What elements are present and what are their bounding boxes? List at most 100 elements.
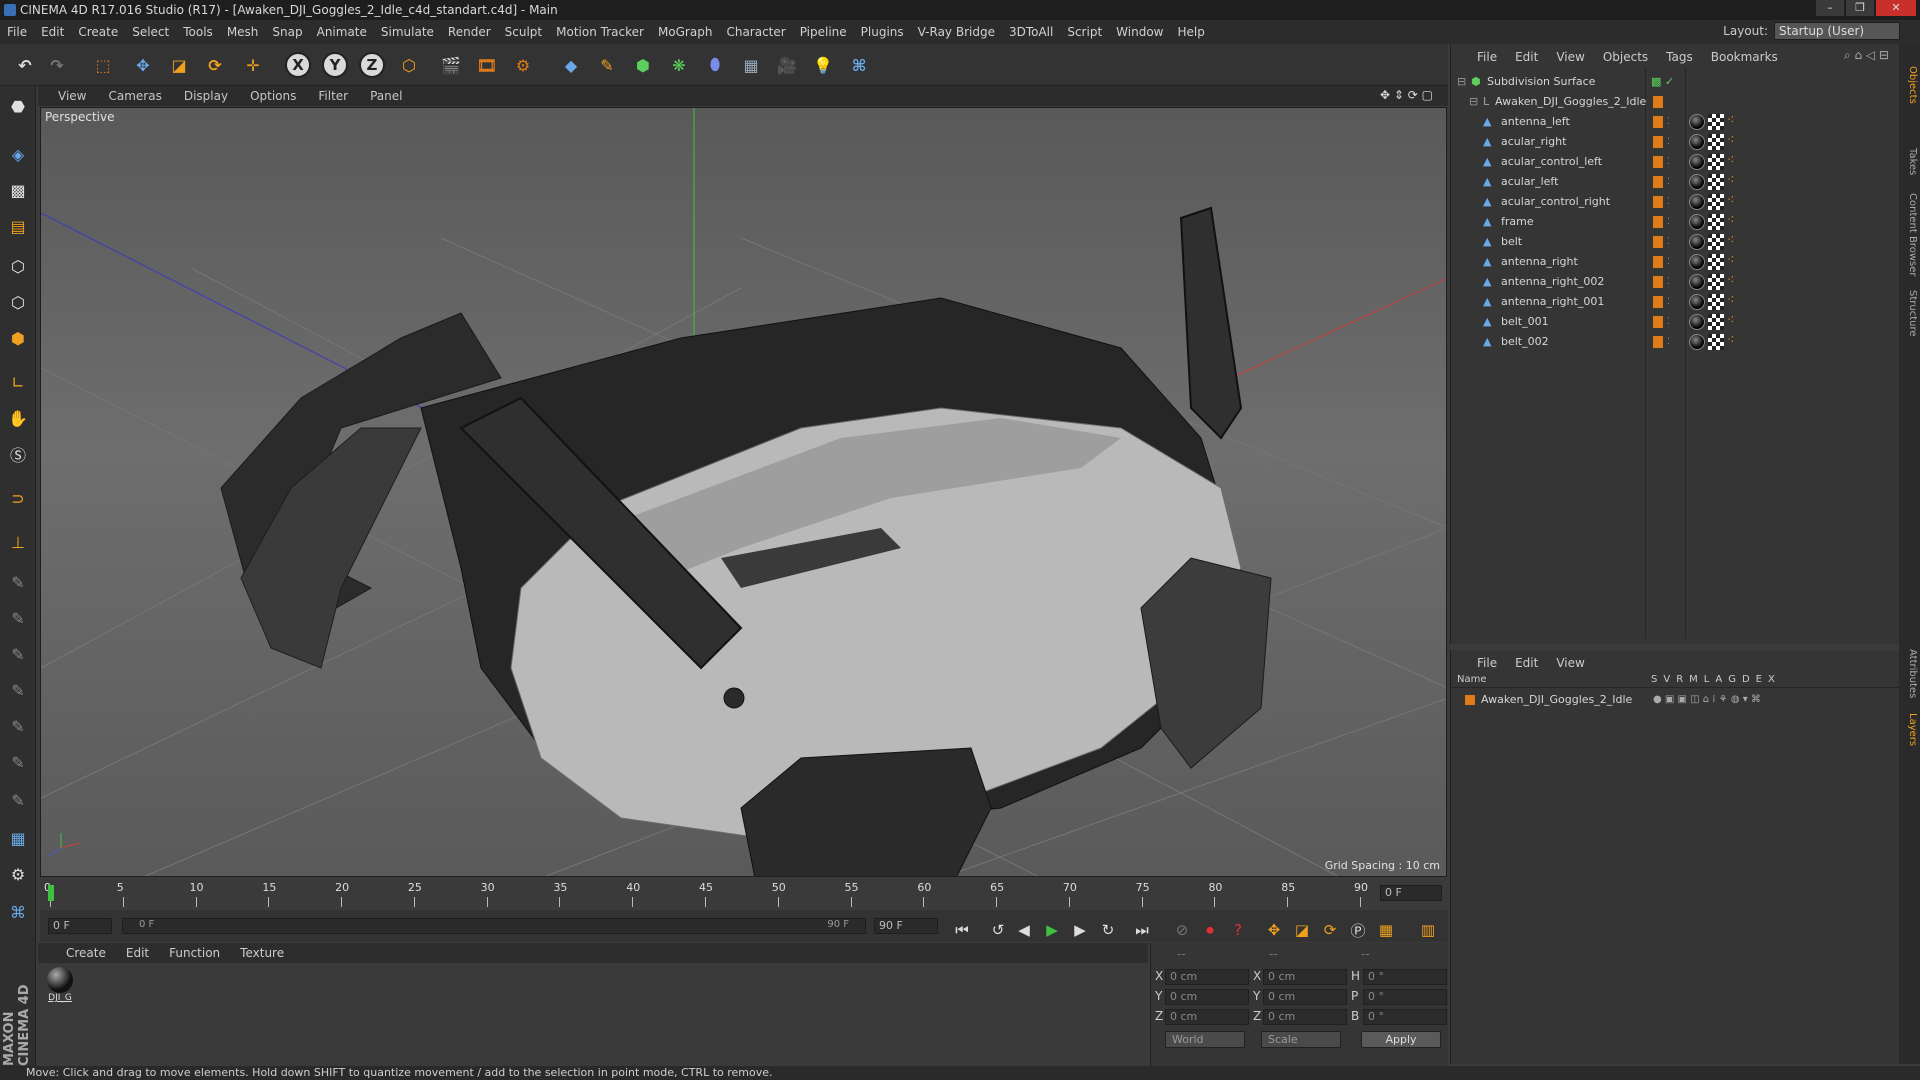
layer-toggles[interactable]: ● ▣ ▣ ◫ ⌂ ⁞ ⚘ ◍ ▾ ⌘ xyxy=(1653,690,1761,710)
visibility-dots-icon[interactable]: ⁚ xyxy=(1667,272,1670,292)
subdivision-surface-icon[interactable]: ⬢ xyxy=(628,50,658,80)
collapse-icon[interactable]: ⊟ xyxy=(1457,72,1466,92)
axis-mode-icon[interactable]: ∟ xyxy=(4,368,32,396)
menu-snap[interactable]: Snap xyxy=(265,25,309,39)
layer-color-icon[interactable] xyxy=(1653,236,1663,248)
visibility-dots-icon[interactable]: ⁚ xyxy=(1667,232,1670,252)
material-menu-edit[interactable]: Edit xyxy=(126,946,149,960)
layer-color-icon[interactable] xyxy=(1653,216,1663,228)
object-menu-view[interactable]: View xyxy=(1556,50,1584,64)
layer-color-icon[interactable] xyxy=(1653,136,1663,148)
menu-motion-tracker[interactable]: Motion Tracker xyxy=(549,25,651,39)
previous-key-icon[interactable]: ↺ xyxy=(986,918,1010,942)
material-item[interactable]: DJI_G xyxy=(44,967,76,1003)
viewport-menu-filter[interactable]: Filter xyxy=(318,89,348,103)
menu-edit[interactable]: Edit xyxy=(34,25,71,39)
go-to-end-icon[interactable]: ⏭ xyxy=(1130,918,1154,942)
undo-icon[interactable]: ↶ xyxy=(10,50,40,80)
uvw-tag-icon[interactable] xyxy=(1708,134,1724,150)
layer-color-icon[interactable] xyxy=(1653,176,1663,188)
coordinate-space-dropdown[interactable]: World xyxy=(1165,1031,1245,1048)
material-tag-icon[interactable] xyxy=(1689,234,1705,250)
menu-plugins[interactable]: Plugins xyxy=(854,25,911,39)
playhead[interactable] xyxy=(48,885,54,901)
size-z-field[interactable]: 0 cm xyxy=(1263,1009,1347,1025)
viewport-nav-icons[interactable]: ✥ ⇕ ⟳ ▢ xyxy=(1380,88,1433,102)
object-menu-bookmarks[interactable]: Bookmarks xyxy=(1711,50,1778,64)
visibility-dots-icon[interactable]: ⁚ xyxy=(1667,172,1670,192)
timeline-ruler[interactable]: 051015202530354045505560657075808590 0 F xyxy=(40,879,1448,907)
python-icon[interactable]: ⌘ xyxy=(844,50,874,80)
uvw-tag-icon[interactable] xyxy=(1708,214,1724,230)
menu-character[interactable]: Character xyxy=(719,25,792,39)
object-row[interactable]: ▲ antenna_right ⁚ ⁖ xyxy=(1451,252,1900,272)
layer-column-v[interactable]: V xyxy=(1663,674,1670,685)
uvw-tag-icon[interactable] xyxy=(1708,154,1724,170)
object-row-root[interactable]: ⊟ ⬢ Subdivision Surface ▩ ✓ xyxy=(1451,72,1900,92)
key-scale-icon[interactable]: ◪ xyxy=(1290,918,1314,942)
material-tag-icon[interactable] xyxy=(1689,334,1705,350)
polygons-mode-icon[interactable]: ⬢ xyxy=(4,324,32,352)
camera-icon[interactable]: 🎥 xyxy=(772,50,802,80)
menu-simulate[interactable]: Simulate xyxy=(374,25,441,39)
selection-tag-icon[interactable]: ⁖ xyxy=(1727,294,1743,310)
material-menu-function[interactable]: Function xyxy=(169,946,220,960)
texture-mode-icon[interactable]: ▩ xyxy=(4,176,32,204)
object-row[interactable]: ▲ frame ⁚ ⁖ xyxy=(1451,212,1900,232)
object-menu-edit[interactable]: Edit xyxy=(1515,50,1538,64)
pos-z-field[interactable]: 0 cm xyxy=(1165,1009,1249,1025)
menu-create[interactable]: Create xyxy=(71,25,125,39)
object-row[interactable]: ▲ belt ⁚ ⁖ xyxy=(1451,232,1900,252)
magnet-icon[interactable]: ⊃ xyxy=(4,484,32,512)
uvw-tag-icon[interactable] xyxy=(1708,194,1724,210)
previous-frame-icon[interactable]: ◀ xyxy=(1012,918,1036,942)
coordinate-mode-dropdown[interactable]: Scale xyxy=(1261,1031,1341,1048)
collapse-icon[interactable]: ⊟ xyxy=(1469,92,1478,112)
uvw-tag-icon[interactable] xyxy=(1708,334,1724,350)
material-tag-icon[interactable] xyxy=(1689,174,1705,190)
end-frame-field[interactable]: 90 F xyxy=(874,918,938,934)
visibility-dots-icon[interactable]: ⁚ xyxy=(1667,212,1670,232)
light-icon[interactable]: 💡 xyxy=(808,50,838,80)
layer-column-s[interactable]: S xyxy=(1651,674,1657,685)
object-manager-tools-icons[interactable]: ⌕ ⌂ ◁ ⊟ xyxy=(1844,48,1889,63)
menu-animate[interactable]: Animate xyxy=(310,25,374,39)
viewport-menu-options[interactable]: Options xyxy=(250,89,296,103)
menu-tools[interactable]: Tools xyxy=(176,25,220,39)
object-row[interactable]: ▲ acular_left ⁚ ⁖ xyxy=(1451,172,1900,192)
viewport-menu-cameras[interactable]: Cameras xyxy=(108,89,161,103)
visibility-dots-icon[interactable]: ⁚ xyxy=(1667,292,1670,312)
material-tag-icon[interactable] xyxy=(1689,294,1705,310)
layer-column-d[interactable]: D xyxy=(1742,674,1750,685)
selection-tag-icon[interactable]: ⁖ xyxy=(1727,154,1743,170)
layer-lock-icon[interactable]: ⚙ xyxy=(4,860,32,888)
material-tag-icon[interactable] xyxy=(1689,254,1705,270)
key-parameter-icon[interactable]: Ⓟ xyxy=(1346,918,1370,942)
layer-color-icon[interactable] xyxy=(1653,116,1663,128)
layer-column-a[interactable]: A xyxy=(1715,674,1722,685)
layout-dropdown[interactable]: Startup (User) xyxy=(1774,22,1900,40)
object-row[interactable]: ▲ antenna_right_001 ⁚ ⁖ xyxy=(1451,292,1900,312)
uvw-tag-icon[interactable] xyxy=(1708,274,1724,290)
uvw-tag-icon[interactable] xyxy=(1708,234,1724,250)
make-editable-icon[interactable]: ⬣ xyxy=(4,92,32,120)
render-settings-icon[interactable]: ⚙ xyxy=(508,50,538,80)
layer-color-icon[interactable] xyxy=(1653,296,1663,308)
move-tool-icon[interactable]: ✥ xyxy=(128,50,158,80)
menu-3dtoall[interactable]: 3DToAll xyxy=(1002,25,1060,39)
layer-column-e[interactable]: E xyxy=(1756,674,1762,685)
visibility-dots-icon[interactable]: ⁚ xyxy=(1667,152,1670,172)
render-picture-viewer-icon[interactable]: 🎞 xyxy=(472,50,502,80)
object-menu-tags[interactable]: Tags xyxy=(1666,50,1693,64)
layer-color-icon[interactable] xyxy=(1653,196,1663,208)
layer-color-icon[interactable] xyxy=(1465,695,1475,705)
rot-h-field[interactable]: 0 ° xyxy=(1363,969,1447,985)
uvw-tag-icon[interactable] xyxy=(1708,294,1724,310)
current-frame-field[interactable]: 0 F xyxy=(1380,885,1442,901)
material-tag-icon[interactable] xyxy=(1689,194,1705,210)
material-menu-texture[interactable]: Texture xyxy=(240,946,284,960)
points-mode-icon[interactable]: ⬡ xyxy=(4,252,32,280)
next-key-icon[interactable]: ↻ xyxy=(1096,918,1120,942)
sculpt-brush-4-icon[interactable]: ✎ xyxy=(4,676,32,704)
layer-column-x[interactable]: X xyxy=(1768,674,1775,685)
